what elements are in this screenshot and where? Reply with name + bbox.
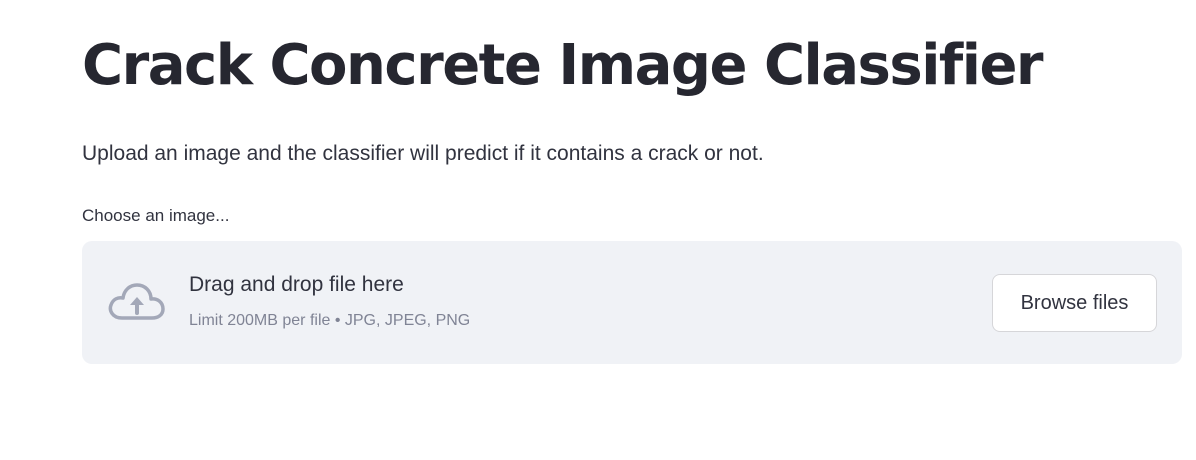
browse-files-button[interactable]: Browse files	[992, 274, 1157, 332]
page-description: Upload an image and the classifier will …	[82, 142, 764, 165]
file-limit-text: Limit 200MB per file • JPG, JPEG, PNG	[189, 312, 471, 329]
file-uploader-label: Choose an image...	[82, 206, 230, 225]
dropzone-title: Drag and drop file here	[189, 273, 404, 296]
page-title: Crack Concrete Image Classifier	[82, 33, 1044, 98]
cloud-upload-icon	[106, 280, 166, 326]
dropzone-instructions: Drag and drop file here Limit 200MB per …	[189, 271, 470, 331]
file-dropzone[interactable]: Drag and drop file here Limit 200MB per …	[82, 241, 1182, 364]
